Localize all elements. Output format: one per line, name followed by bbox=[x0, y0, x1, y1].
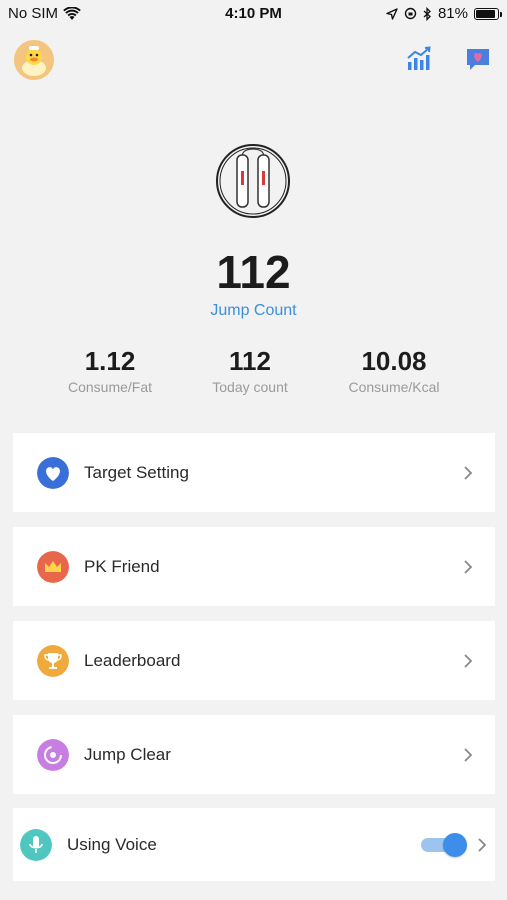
menu-item-label: Leaderboard bbox=[84, 650, 181, 670]
target-clear-icon bbox=[37, 738, 69, 771]
menu-item-pk-friend[interactable]: PK Friend bbox=[13, 527, 495, 606]
menu-item-label: Target Setting bbox=[84, 462, 189, 482]
menu-item-target-setting[interactable]: Target Setting bbox=[13, 433, 495, 512]
status-bar: No SIM 4:10 PM 81% bbox=[0, 0, 507, 28]
duck-avatar-icon bbox=[14, 40, 54, 80]
battery-icon bbox=[474, 7, 502, 20]
home-screen: No SIM 4:10 PM 81% 112 Jump Count 1.12 C… bbox=[0, 0, 507, 900]
microphone-icon bbox=[20, 828, 52, 861]
chevron-right-icon bbox=[478, 837, 487, 852]
chevron-right-icon bbox=[464, 747, 473, 762]
stat-consume-fat: 1.12 Consume/Fat bbox=[40, 346, 180, 395]
chevron-right-icon bbox=[464, 653, 473, 668]
location-arrow-icon bbox=[386, 7, 398, 20]
battery-level bbox=[476, 9, 495, 18]
bar-chart-trend-icon[interactable] bbox=[406, 46, 432, 72]
menu-item-using-voice[interactable]: Using Voice bbox=[13, 808, 495, 881]
menu-item-label: Jump Clear bbox=[84, 744, 171, 764]
stat-consume-kcal: 10.08 Consume/Kcal bbox=[324, 346, 464, 395]
stat-value: 1.12 bbox=[84, 346, 136, 376]
heart-message-icon[interactable] bbox=[465, 46, 491, 72]
stat-label: Today count bbox=[212, 379, 288, 395]
crown-icon bbox=[37, 550, 69, 583]
stat-value: 112 bbox=[229, 346, 271, 376]
voice-toggle[interactable] bbox=[421, 832, 467, 857]
stat-label: Consume/Kcal bbox=[348, 379, 440, 395]
jump-count-label: Jump Count bbox=[210, 302, 297, 319]
menu-item-label: Using Voice bbox=[67, 834, 157, 854]
orientation-lock-icon bbox=[404, 7, 417, 20]
menu-item-label: PK Friend bbox=[84, 556, 160, 576]
stat-today-count: 112 Today count bbox=[180, 346, 320, 395]
bluetooth-icon bbox=[423, 6, 431, 21]
avatar[interactable] bbox=[14, 40, 54, 80]
menu-item-jump-clear[interactable]: Jump Clear bbox=[13, 715, 495, 794]
chevron-right-icon bbox=[464, 465, 473, 480]
trophy-icon bbox=[37, 644, 69, 677]
menu-item-leaderboard[interactable]: Leaderboard bbox=[13, 621, 495, 700]
jump-count-value: 112 bbox=[216, 246, 291, 298]
stat-value: 10.08 bbox=[361, 346, 427, 376]
battery-percent: 81% bbox=[437, 5, 468, 22]
stats-row: 1.12 Consume/Fat 112 Today count 10.08 C… bbox=[0, 346, 507, 406]
heart-icon bbox=[37, 456, 69, 489]
stat-label: Consume/Fat bbox=[67, 379, 153, 395]
jump-rope-device-icon bbox=[216, 144, 290, 218]
chevron-right-icon bbox=[464, 559, 473, 574]
toggle-knob bbox=[443, 832, 467, 857]
